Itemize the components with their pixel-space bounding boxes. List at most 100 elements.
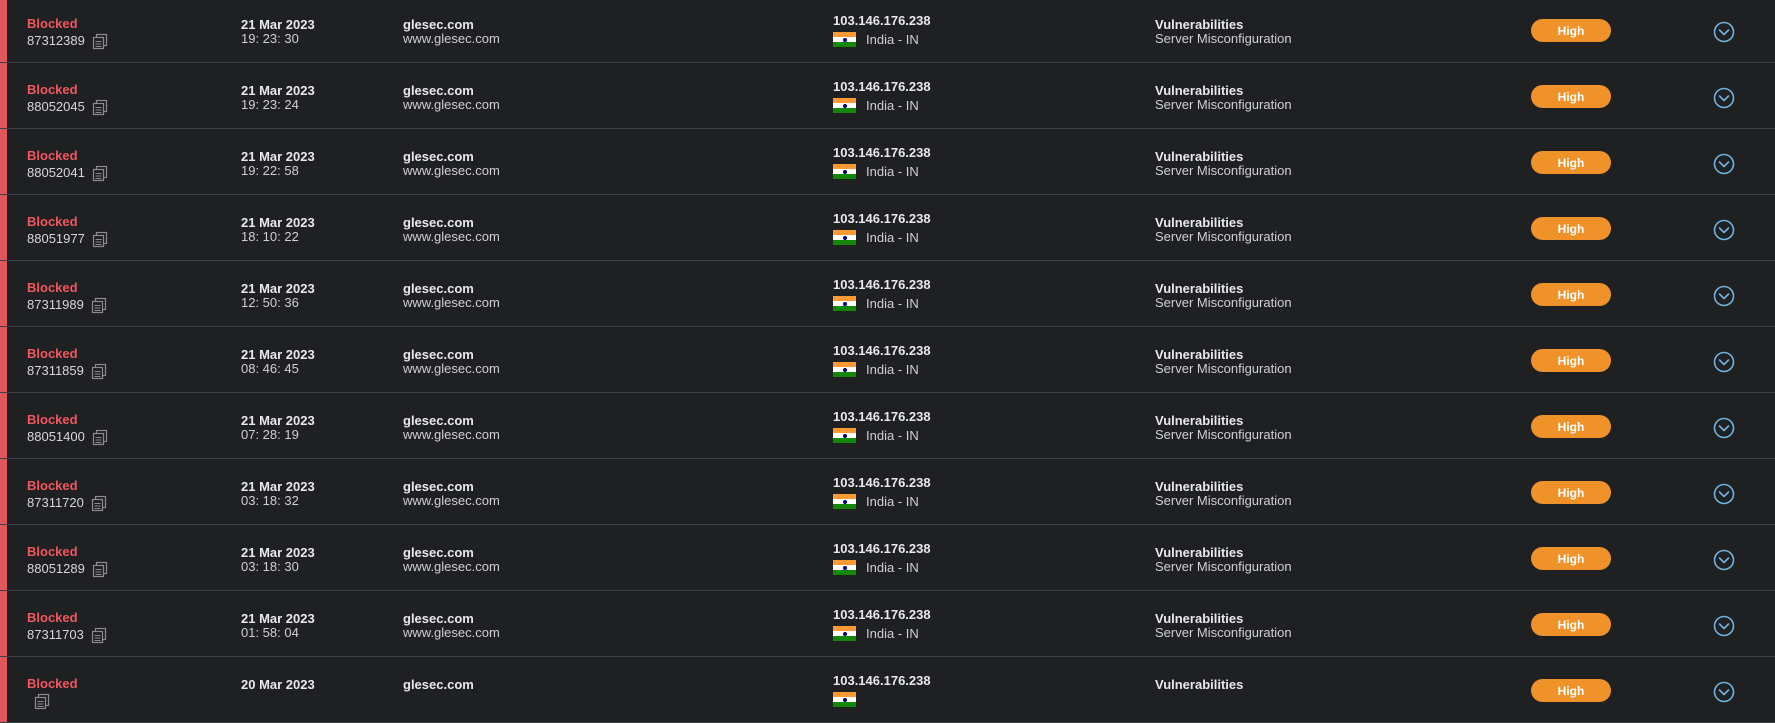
status-cell: Blocked 87312389	[27, 17, 109, 50]
host-name: www.glesec.com	[403, 31, 500, 46]
chevron-down-circle-icon[interactable]	[1713, 417, 1735, 439]
country-line: India - IN	[833, 428, 931, 443]
category-cell: Vulnerabilities Server Misconfiguration	[1155, 480, 1292, 508]
category: Vulnerabilities	[1155, 545, 1244, 560]
chevron-down-circle-icon[interactable]	[1713, 21, 1735, 43]
subcategory: Server Misconfiguration	[1155, 295, 1292, 310]
copy-icon[interactable]	[90, 296, 108, 314]
chevron-down-circle-icon[interactable]	[1713, 351, 1735, 373]
country-line: India - IN	[833, 296, 931, 311]
domain-cell: glesec.com www.glesec.com	[403, 18, 500, 46]
india-flag-icon	[833, 32, 856, 47]
event-time: 07: 28: 19	[241, 427, 299, 442]
status-label: Blocked	[27, 610, 78, 625]
country-line: India - IN	[833, 32, 931, 47]
datetime-cell: 21 Mar 2023 08: 46: 45	[241, 348, 315, 376]
chevron-down-circle-icon[interactable]	[1713, 87, 1735, 109]
status-cell: Blocked 88052041	[27, 149, 109, 182]
ip-address: 103.146.176.238	[833, 475, 931, 490]
category-cell: Vulnerabilities Server Misconfiguration	[1155, 546, 1292, 574]
india-flag-icon	[833, 626, 856, 641]
category: Vulnerabilities	[1155, 83, 1244, 98]
domain-cell: glesec.com www.glesec.com	[403, 84, 500, 112]
event-time: 19: 22: 58	[241, 163, 299, 178]
status-cell: Blocked 87311859	[27, 347, 108, 380]
source-cell: 103.146.176.238 India - IN	[833, 146, 931, 179]
event-time: 03: 18: 30	[241, 559, 299, 574]
subcategory: Server Misconfiguration	[1155, 427, 1292, 442]
copy-icon[interactable]	[91, 428, 109, 446]
host-name: www.glesec.com	[403, 229, 500, 244]
chevron-down-circle-icon[interactable]	[1713, 549, 1735, 571]
chevron-down-circle-icon[interactable]	[1713, 615, 1735, 637]
datetime-cell: 21 Mar 2023 03: 18: 32	[241, 480, 315, 508]
subcategory: Server Misconfiguration	[1155, 97, 1292, 112]
severity-badge: High	[1531, 415, 1611, 438]
country-line: India - IN	[833, 494, 931, 509]
chevron-down-circle-icon[interactable]	[1713, 153, 1735, 175]
table-row[interactable]: Blocked 87311859 21 Mar 2023 08: 46: 45	[0, 327, 1775, 393]
domain-cell: glesec.com www.glesec.com	[403, 348, 500, 376]
events-table: Blocked 87312389 21 Mar 2023 19: 23: 30	[0, 0, 1775, 723]
host-name: www.glesec.com	[403, 295, 500, 310]
country-line: India - IN	[833, 98, 931, 113]
table-row[interactable]: Blocked 88052041 21 Mar 2023 19: 22: 58	[0, 129, 1775, 195]
category-cell: Vulnerabilities Server Misconfiguration	[1155, 348, 1292, 376]
copy-icon[interactable]	[90, 626, 108, 644]
category-cell: Vulnerabilities Server Misconfiguration	[1155, 18, 1292, 46]
table-row[interactable]: Blocked 88052045 21 Mar 2023 19: 23: 24	[0, 63, 1775, 129]
table-row[interactable]: Blocked 88051977 21 Mar 2023 18: 10: 22	[0, 195, 1775, 261]
category: Vulnerabilities	[1155, 17, 1244, 32]
event-id: 87311989	[27, 297, 84, 312]
status-label: Blocked	[27, 346, 78, 361]
copy-icon[interactable]	[91, 32, 109, 50]
host-name: www.glesec.com	[403, 97, 500, 112]
category: Vulnerabilities	[1155, 149, 1244, 164]
chevron-down-circle-icon[interactable]	[1713, 483, 1735, 505]
country-line: India - IN	[833, 626, 931, 641]
copy-icon[interactable]	[91, 560, 109, 578]
table-row[interactable]: Blocked 87311989 21 Mar 2023 12: 50: 36	[0, 261, 1775, 327]
india-flag-icon	[833, 692, 856, 707]
table-row[interactable]: Blocked 87311720 21 Mar 2023 03: 18: 32	[0, 459, 1775, 525]
event-id: 88051977	[27, 231, 85, 246]
country-name: India - IN	[866, 361, 919, 377]
domain-name: glesec.com	[403, 149, 474, 164]
chevron-down-circle-icon[interactable]	[1713, 681, 1735, 703]
table-row[interactable]: Blocked 87311703 21 Mar 2023 01: 58: 04	[0, 591, 1775, 657]
table-row[interactable]: Blocked 87312389 21 Mar 2023 19: 23: 30	[0, 0, 1775, 63]
india-flag-icon	[833, 164, 856, 179]
copy-icon[interactable]	[91, 230, 109, 248]
country-line	[833, 692, 931, 707]
event-id-line: 87311720	[27, 494, 108, 512]
severity-badge: High	[1531, 547, 1611, 570]
ip-address: 103.146.176.238	[833, 607, 931, 622]
copy-icon[interactable]	[91, 98, 109, 116]
india-flag-icon	[833, 98, 856, 113]
category-cell: Vulnerabilities Server Misconfiguration	[1155, 282, 1292, 310]
category: Vulnerabilities	[1155, 215, 1244, 230]
status-label: Blocked	[27, 280, 78, 295]
status-label: Blocked	[27, 148, 78, 163]
copy-icon[interactable]	[90, 362, 108, 380]
table-row[interactable]: Blocked 88051400 21 Mar 2023 07: 28: 19	[0, 393, 1775, 459]
source-cell: 103.146.176.238 India - IN	[833, 80, 931, 113]
datetime-cell: 21 Mar 2023 03: 18: 30	[241, 546, 315, 574]
domain-name: glesec.com	[403, 281, 474, 296]
copy-icon[interactable]	[33, 692, 51, 710]
ip-address: 103.146.176.238	[833, 13, 931, 28]
event-time: 18: 10: 22	[241, 229, 299, 244]
country-name: India - IN	[866, 427, 919, 443]
table-row[interactable]: Blocked 88051289 21 Mar 2023 03: 18: 30	[0, 525, 1775, 591]
copy-icon[interactable]	[91, 164, 109, 182]
country-line: India - IN	[833, 164, 931, 179]
chevron-down-circle-icon[interactable]	[1713, 285, 1735, 307]
ip-address: 103.146.176.238	[833, 343, 931, 358]
host-name: www.glesec.com	[403, 427, 500, 442]
domain-name: glesec.com	[403, 611, 474, 626]
table-row[interactable]: Blocked 20 Mar 2023 glesec.com 103.146.1…	[0, 657, 1775, 723]
source-cell: 103.146.176.238 India - IN	[833, 212, 931, 245]
chevron-down-circle-icon[interactable]	[1713, 219, 1735, 241]
copy-icon[interactable]	[90, 494, 108, 512]
event-date: 21 Mar 2023	[241, 545, 315, 560]
